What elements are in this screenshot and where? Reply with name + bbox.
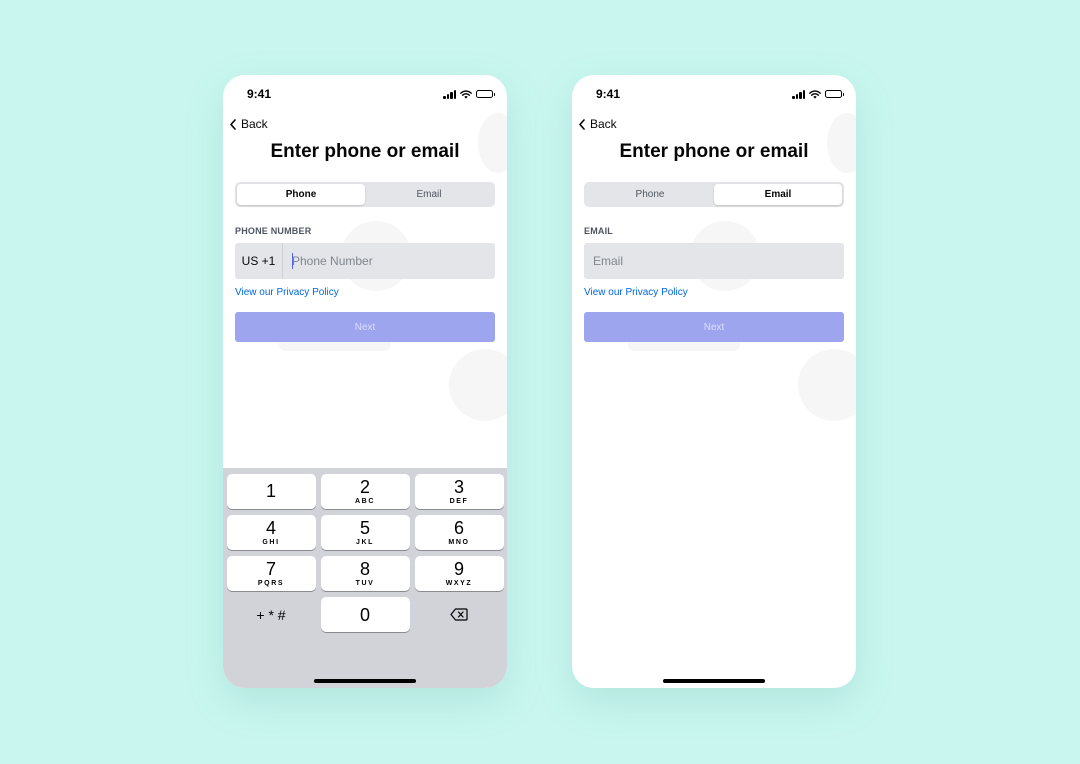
- key-number: 1: [265, 480, 276, 501]
- page-title: Enter phone or email: [270, 141, 460, 162]
- key-8[interactable]: 8 TUV: [320, 556, 410, 591]
- key-0[interactable]: 0: [320, 597, 410, 632]
- key-symbols[interactable]: + * #: [227, 597, 316, 632]
- status-time: 9:41: [247, 87, 272, 101]
- key-letters: GHI: [262, 539, 280, 546]
- privacy-policy-link[interactable]: View our Privacy Policy: [235, 287, 339, 298]
- phone-number-input[interactable]: [283, 243, 495, 279]
- battery-icon: [476, 90, 495, 98]
- key-4[interactable]: 4 GHI: [226, 515, 316, 550]
- phone-number-label: PHONE NUMBER: [235, 226, 312, 236]
- wifi-icon: [809, 89, 821, 99]
- background-decoration: [449, 349, 507, 421]
- backspace-key[interactable]: [415, 597, 504, 632]
- page-title: Enter phone or email: [619, 141, 809, 162]
- key-letters: TUV: [355, 580, 375, 587]
- key-number: 4: [265, 518, 276, 538]
- key-letters: MNO: [448, 539, 470, 546]
- backspace-icon: [450, 608, 468, 621]
- status-bar: 9:41: [223, 75, 507, 111]
- background-decoration: [798, 349, 856, 421]
- key-letters: WXYZ: [445, 580, 473, 587]
- back-button[interactable]: Back: [578, 117, 617, 131]
- key-1[interactable]: 1: [226, 474, 316, 509]
- key-letters: JKL: [355, 539, 375, 546]
- tab-email[interactable]: Email: [365, 184, 493, 205]
- chevron-left-icon: [230, 118, 236, 130]
- next-button[interactable]: Next: [584, 312, 844, 342]
- key-number: 0: [359, 604, 370, 625]
- phone-screen-phone-tab: 9:41 Back Enter phone or email Phone Ema…: [223, 75, 507, 688]
- chevron-left-icon: [579, 118, 585, 130]
- key-letters: PQRS: [257, 580, 285, 587]
- signal-icon: [443, 89, 456, 99]
- login-method-tabs: Phone Email: [235, 182, 495, 207]
- home-indicator: [314, 679, 416, 683]
- status-time: 9:41: [596, 87, 621, 101]
- key-number: 7: [265, 559, 276, 579]
- battery-icon: [825, 90, 844, 98]
- key-3[interactable]: 3 DEF: [414, 474, 504, 509]
- back-button[interactable]: Back: [229, 117, 268, 131]
- wifi-icon: [460, 89, 472, 99]
- key-6[interactable]: 6 MNO: [414, 515, 504, 550]
- key-number: 9: [453, 559, 464, 579]
- tab-email[interactable]: Email: [714, 184, 842, 205]
- key-number: 6: [453, 518, 464, 538]
- country-code-selector[interactable]: US +1: [235, 243, 283, 279]
- key-number: 3: [453, 477, 464, 497]
- signal-icon: [792, 89, 805, 99]
- home-indicator: [663, 679, 765, 683]
- phone-screen-email-tab: 9:41 Back Enter phone or email Phone Ema…: [572, 75, 856, 688]
- status-icons: [443, 89, 495, 99]
- key-7[interactable]: 7 PQRS: [226, 556, 316, 591]
- key-letters: ABC: [355, 498, 375, 505]
- phone-number-field: US +1: [235, 243, 495, 279]
- back-label: Back: [590, 117, 617, 131]
- login-method-tabs: Phone Email: [584, 182, 844, 207]
- text-cursor: [292, 253, 293, 269]
- key-number: 2: [359, 477, 370, 497]
- tab-phone[interactable]: Phone: [586, 184, 714, 205]
- privacy-policy-link[interactable]: View our Privacy Policy: [584, 287, 688, 298]
- key-number: 5: [359, 518, 370, 538]
- email-label: EMAIL: [584, 226, 613, 236]
- key-9[interactable]: 9 WXYZ: [414, 556, 504, 591]
- status-bar: 9:41: [572, 75, 856, 111]
- tab-phone[interactable]: Phone: [237, 184, 365, 205]
- back-label: Back: [241, 117, 268, 131]
- email-field: [584, 243, 844, 279]
- status-icons: [792, 89, 844, 99]
- key-5[interactable]: 5 JKL: [320, 515, 410, 550]
- key-letters: DEF: [449, 498, 469, 505]
- numeric-keypad: 1 2 ABC 3 DEF 4 GHI 5 JKL 6 MNO 7 PQRS 8…: [223, 468, 507, 688]
- next-button[interactable]: Next: [235, 312, 495, 342]
- key-number: 8: [359, 559, 370, 579]
- key-2[interactable]: 2 ABC: [320, 474, 410, 509]
- email-input[interactable]: [584, 243, 844, 279]
